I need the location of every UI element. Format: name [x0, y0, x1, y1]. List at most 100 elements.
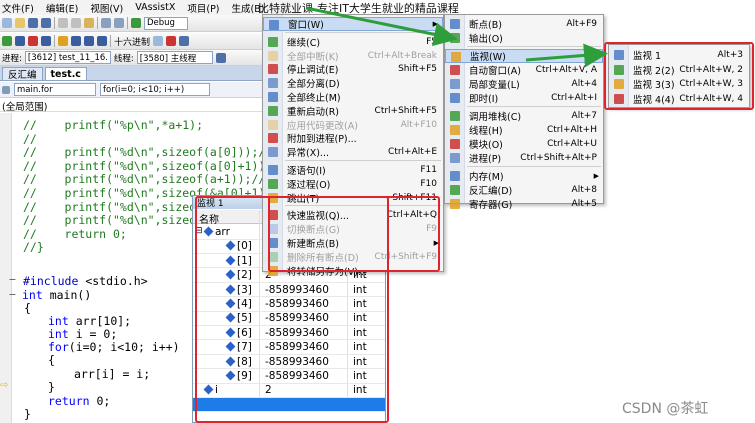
- scope-select[interactable]: for(i=0; i<10; i++): [100, 83, 210, 96]
- menu-item[interactable]: 监视 4(4) Ctrl+Alt+W, 4: [609, 92, 749, 106]
- watch-row[interactable]: i 2 int: [193, 383, 385, 398]
- menu-item[interactable]: 继续(C) F5: [263, 35, 443, 49]
- menu-item[interactable]: 全部分离(D): [263, 76, 443, 90]
- tab-disassembly[interactable]: 反汇编: [2, 67, 43, 81]
- menu-item[interactable]: 删除所有断点(D) Ctrl+Shift+F9: [263, 250, 443, 264]
- menubar-item[interactable]: VAssistX: [135, 2, 175, 13]
- watch-row[interactable]: [7] -858993460 int: [193, 340, 385, 355]
- collapse-marker-icon[interactable]: −: [9, 273, 16, 286]
- menu-item[interactable]: 逐语句(I) F11: [263, 163, 443, 177]
- undo-icon[interactable]: [101, 18, 111, 28]
- continue-icon[interactable]: [2, 36, 12, 46]
- menu-item[interactable]: 自动窗口(A) Ctrl+Alt+V, A: [445, 63, 603, 77]
- menu-item[interactable]: 将转储另存为(V)...: [263, 264, 443, 278]
- watch-row[interactable]: [5] -858993460 int: [193, 311, 385, 326]
- save-icon[interactable]: [28, 18, 38, 28]
- menu-item[interactable]: 监视 2(2) Ctrl+Alt+W, 2: [609, 63, 749, 77]
- menubar-item[interactable]: 视图(V): [90, 1, 123, 15]
- menu-item[interactable]: 切换断点(G) F9: [263, 222, 443, 236]
- new-project-icon[interactable]: [2, 18, 12, 28]
- open-folder-icon[interactable]: [15, 18, 25, 28]
- watch-row[interactable]: [6] -858993460 int: [193, 326, 385, 341]
- watch-row[interactable]: [4] -858993460 int: [193, 297, 385, 312]
- toolbar-separator: [54, 35, 55, 47]
- process-select[interactable]: [3612] test_11_16.: [24, 51, 111, 64]
- watch-value[interactable]: 2: [265, 384, 272, 396]
- menu-item[interactable]: 停止调试(E) Shift+F5: [263, 62, 443, 76]
- menu-item[interactable]: 快速监视(Q)... Ctrl+Alt+Q: [263, 208, 443, 222]
- menu-item[interactable]: 内存(M) ▶: [445, 169, 603, 183]
- step-into-icon[interactable]: [71, 36, 81, 46]
- restart-icon[interactable]: [41, 36, 51, 46]
- watch-type: int: [353, 370, 367, 382]
- show-next-statement-icon[interactable]: [58, 36, 68, 46]
- watch-column-name[interactable]: 名称: [199, 211, 219, 226]
- menubar-item[interactable]: 项目(P): [187, 1, 219, 15]
- menu-item[interactable]: 逐过程(O) F10: [263, 177, 443, 191]
- watch-row[interactable]: [8] -858993460 int: [193, 355, 385, 370]
- menu-item-shortcut: Ctrl+Alt+V, A: [535, 65, 597, 75]
- menu-item[interactable]: 监视(W) ▶: [445, 49, 603, 63]
- menu-item[interactable]: 断点(B) Alt+F9: [445, 17, 603, 31]
- save-all-icon[interactable]: [41, 18, 51, 28]
- menu-item[interactable]: 附加到进程(P)...: [263, 131, 443, 145]
- cut-icon[interactable]: [58, 18, 68, 28]
- menu-item[interactable]: 窗口(W) ▶: [263, 17, 443, 31]
- menu-item[interactable]: 监视 1 Alt+3: [609, 48, 749, 62]
- watch-value[interactable]: -858993460: [265, 312, 329, 324]
- menu-item-shortcut: F9: [426, 224, 437, 235]
- hex-display-toggle[interactable]: 十六进制: [114, 35, 150, 48]
- stop-debug-icon[interactable]: [28, 36, 38, 46]
- code-line: //: [23, 131, 37, 146]
- menu-item[interactable]: 调用堆栈(C) Alt+7: [445, 109, 603, 123]
- solution-config-select[interactable]: Debug: [144, 16, 188, 30]
- window-icon[interactable]: [166, 36, 177, 46]
- tab-test-c[interactable]: test.c: [44, 67, 87, 80]
- menu-item[interactable]: 模块(O) Ctrl+Alt+U: [445, 137, 603, 151]
- breakpoints-icon[interactable]: [153, 36, 164, 46]
- step-over-icon[interactable]: [84, 36, 94, 46]
- menu-item-shortcut: Shift+F11: [392, 192, 437, 203]
- watch-row[interactable]: [9] -858993460 int: [193, 369, 385, 384]
- menu-item[interactable]: 局部变量(L) Alt+4: [445, 77, 603, 91]
- watch-value[interactable]: -858993460: [265, 327, 329, 339]
- step-out-icon[interactable]: [97, 36, 107, 46]
- watch-row[interactable]: [3] -858993460 int: [193, 283, 385, 298]
- thread-select[interactable]: [3580] 主线程: [136, 51, 213, 64]
- menubar-item[interactable]: 编辑(E): [46, 1, 78, 15]
- start-debug-icon[interactable]: [131, 18, 141, 28]
- menu-item[interactable]: 输出(O): [445, 31, 603, 45]
- flag-icon[interactable]: [215, 52, 226, 63]
- menu-item[interactable]: 全部中断(K) Ctrl+Alt+Break: [263, 49, 443, 63]
- menu-item[interactable]: 重新启动(R) Ctrl+Shift+F5: [263, 104, 443, 118]
- collapse-icon[interactable]: ⊟: [195, 226, 203, 236]
- memory-icon[interactable]: [179, 36, 190, 46]
- menubar-item[interactable]: 文件(F): [2, 1, 34, 15]
- menu-item[interactable]: 线程(H) Ctrl+Alt+H: [445, 123, 603, 137]
- watch-row[interactable]: [193, 397, 385, 413]
- menu-item[interactable]: 监视 3(3) Ctrl+Alt+W, 3: [609, 77, 749, 91]
- file-select[interactable]: main.for: [14, 83, 96, 96]
- watch-value[interactable]: -858993460: [265, 284, 329, 296]
- editor-gutter[interactable]: [0, 113, 12, 423]
- watch-value[interactable]: -858993460: [265, 298, 329, 310]
- menu-item[interactable]: 跳出(T) Shift+F11: [263, 191, 443, 205]
- copy-icon[interactable]: [71, 18, 81, 28]
- menu-item[interactable]: 应用代码更改(A) Alt+F10: [263, 118, 443, 132]
- menu-item-label: 线程(H): [469, 126, 503, 137]
- menu-item[interactable]: 进程(P) Ctrl+Shift+Alt+P: [445, 151, 603, 165]
- menu-item[interactable]: 反汇编(D) Alt+8: [445, 183, 603, 197]
- menu-item[interactable]: 异常(X)... Ctrl+Alt+E: [263, 145, 443, 159]
- watch-value[interactable]: -858993460: [265, 356, 329, 368]
- menu-separator: [285, 205, 441, 207]
- menu-item[interactable]: 新建断点(B) ▶: [263, 236, 443, 250]
- watch-value[interactable]: -858993460: [265, 370, 329, 382]
- menu-item[interactable]: 全部终止(M): [263, 90, 443, 104]
- menu-item[interactable]: 即时(I) Ctrl+Alt+I: [445, 91, 603, 105]
- paste-icon[interactable]: [84, 18, 94, 28]
- watch-value[interactable]: -858993460: [265, 341, 329, 353]
- menu-item[interactable]: 寄存器(G) Alt+5: [445, 197, 603, 211]
- collapse-marker-icon[interactable]: −: [9, 288, 16, 301]
- redo-icon[interactable]: [114, 18, 124, 28]
- break-all-icon[interactable]: [15, 36, 25, 46]
